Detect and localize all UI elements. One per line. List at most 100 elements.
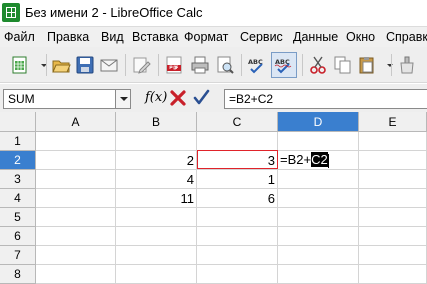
accept-icon[interactable] bbox=[192, 89, 210, 107]
cell-e3[interactable] bbox=[359, 170, 427, 189]
menu-file[interactable]: Файл bbox=[4, 30, 35, 44]
row-header-4[interactable]: 4 bbox=[0, 189, 36, 208]
cell-c3[interactable]: 1 bbox=[197, 170, 278, 189]
toolbar-separator bbox=[391, 54, 392, 76]
name-box[interactable]: SUM bbox=[3, 89, 131, 109]
save-icon[interactable] bbox=[75, 55, 95, 75]
column-header-b[interactable]: B bbox=[116, 112, 197, 132]
print-icon[interactable] bbox=[190, 55, 210, 75]
clone-formatting-icon[interactable] bbox=[397, 55, 417, 75]
cell-a5[interactable] bbox=[36, 208, 116, 227]
cell-d3[interactable] bbox=[278, 170, 359, 189]
title-bar: Без имени 2 - LibreOffice Calc bbox=[0, 0, 427, 26]
cell-c6[interactable] bbox=[197, 227, 278, 246]
row-header-3[interactable]: 3 bbox=[0, 170, 36, 189]
cell-editor-selection: C2 bbox=[311, 152, 328, 167]
cell-b4[interactable]: 11 bbox=[116, 189, 197, 208]
cell-c2[interactable]: 3 bbox=[197, 151, 278, 170]
menu-data[interactable]: Данные bbox=[293, 30, 338, 44]
cell-a7[interactable] bbox=[36, 246, 116, 265]
cell-b7[interactable] bbox=[116, 246, 197, 265]
select-all-corner[interactable] bbox=[0, 112, 36, 132]
cell-c5[interactable] bbox=[197, 208, 278, 227]
row-header-6[interactable]: 6 bbox=[0, 227, 36, 246]
menu-view[interactable]: Вид bbox=[101, 30, 124, 44]
window-title: Без имени 2 - LibreOffice Calc bbox=[25, 5, 203, 20]
cell-c8[interactable] bbox=[197, 265, 278, 284]
cell-e5[interactable] bbox=[359, 208, 427, 227]
row-header-5[interactable]: 5 bbox=[0, 208, 36, 227]
standard-toolbar: ABC ABC bbox=[0, 47, 427, 83]
column-header-c[interactable]: C bbox=[197, 112, 278, 132]
cut-icon[interactable] bbox=[308, 55, 328, 75]
row-header-7[interactable]: 7 bbox=[0, 246, 36, 265]
cell-c1[interactable] bbox=[197, 132, 278, 151]
cell-d1[interactable] bbox=[278, 132, 359, 151]
cell-b6[interactable] bbox=[116, 227, 197, 246]
column-header-a[interactable]: A bbox=[36, 112, 116, 132]
row-header-1[interactable]: 1 bbox=[0, 132, 36, 151]
paste-dropdown-icon[interactable] bbox=[380, 55, 393, 75]
cell-a2[interactable] bbox=[36, 151, 116, 170]
spellcheck-icon[interactable]: ABC bbox=[247, 55, 267, 75]
cell-e6[interactable] bbox=[359, 227, 427, 246]
cell-a1[interactable] bbox=[36, 132, 116, 151]
cell-d6[interactable] bbox=[278, 227, 359, 246]
cell-b5[interactable] bbox=[116, 208, 197, 227]
cell-a3[interactable] bbox=[36, 170, 116, 189]
name-box-value: SUM bbox=[8, 92, 35, 106]
paste-icon[interactable] bbox=[357, 55, 377, 75]
cell-c4[interactable]: 6 bbox=[197, 189, 278, 208]
cell-a4[interactable] bbox=[36, 189, 116, 208]
cell-d5[interactable] bbox=[278, 208, 359, 227]
email-icon[interactable] bbox=[99, 55, 119, 75]
edit-file-icon[interactable] bbox=[131, 55, 151, 75]
function-wizard-icon[interactable]: f(x) bbox=[145, 90, 167, 105]
cancel-icon[interactable] bbox=[169, 89, 187, 107]
menu-bar: Файл Правка Вид Вставка Формат Сервис Да… bbox=[0, 26, 427, 47]
spreadsheet-grid: A B C D E 1 2 3 4 5 6 7 8 2 3 4 1 11 6 =… bbox=[0, 112, 427, 284]
cell-e8[interactable] bbox=[359, 265, 427, 284]
cell-editor-d2[interactable]: =B2+C2 bbox=[278, 151, 329, 169]
column-header-e[interactable]: E bbox=[359, 112, 427, 132]
new-icon[interactable] bbox=[10, 55, 30, 75]
text-cursor bbox=[327, 153, 329, 168]
cell-b1[interactable] bbox=[116, 132, 197, 151]
menu-tools[interactable]: Сервис bbox=[240, 30, 283, 44]
formula-bar: SUM f(x) =B2+C2 bbox=[0, 84, 427, 112]
formula-input-text: =B2+C2 bbox=[229, 92, 274, 106]
cell-editor-prefix: =B2+ bbox=[280, 152, 312, 167]
cell-e1[interactable] bbox=[359, 132, 427, 151]
cell-e2[interactable] bbox=[359, 151, 427, 170]
column-header-d[interactable]: D bbox=[278, 112, 359, 132]
cell-d7[interactable] bbox=[278, 246, 359, 265]
new-dropdown-icon[interactable] bbox=[34, 55, 47, 75]
cell-e4[interactable] bbox=[359, 189, 427, 208]
autospellcheck-icon[interactable]: ABC bbox=[274, 55, 294, 75]
cell-a6[interactable] bbox=[36, 227, 116, 246]
cell-d4[interactable] bbox=[278, 189, 359, 208]
toolbar-separator bbox=[125, 54, 126, 76]
name-box-dropdown-icon[interactable] bbox=[115, 90, 130, 108]
print-preview-icon[interactable] bbox=[215, 55, 235, 75]
menu-window[interactable]: Окно bbox=[346, 30, 375, 44]
menu-insert[interactable]: Вставка bbox=[132, 30, 178, 44]
toolbar-separator bbox=[158, 54, 159, 76]
cell-a8[interactable] bbox=[36, 265, 116, 284]
cell-b2[interactable]: 2 bbox=[116, 151, 197, 170]
cell-d8[interactable] bbox=[278, 265, 359, 284]
row-header-2[interactable]: 2 bbox=[0, 151, 36, 170]
cell-c7[interactable] bbox=[197, 246, 278, 265]
cell-b3[interactable]: 4 bbox=[116, 170, 197, 189]
formula-input[interactable]: =B2+C2 bbox=[224, 89, 427, 109]
cell-b8[interactable] bbox=[116, 265, 197, 284]
copy-icon[interactable] bbox=[333, 55, 353, 75]
cell-e7[interactable] bbox=[359, 246, 427, 265]
row-header-8[interactable]: 8 bbox=[0, 265, 36, 284]
menu-edit[interactable]: Правка bbox=[47, 30, 89, 44]
menu-format[interactable]: Формат bbox=[184, 30, 228, 44]
export-pdf-icon[interactable] bbox=[164, 55, 184, 75]
toolbar-separator bbox=[241, 54, 242, 76]
open-icon[interactable] bbox=[51, 55, 71, 75]
menu-help[interactable]: Справка bbox=[386, 30, 427, 44]
